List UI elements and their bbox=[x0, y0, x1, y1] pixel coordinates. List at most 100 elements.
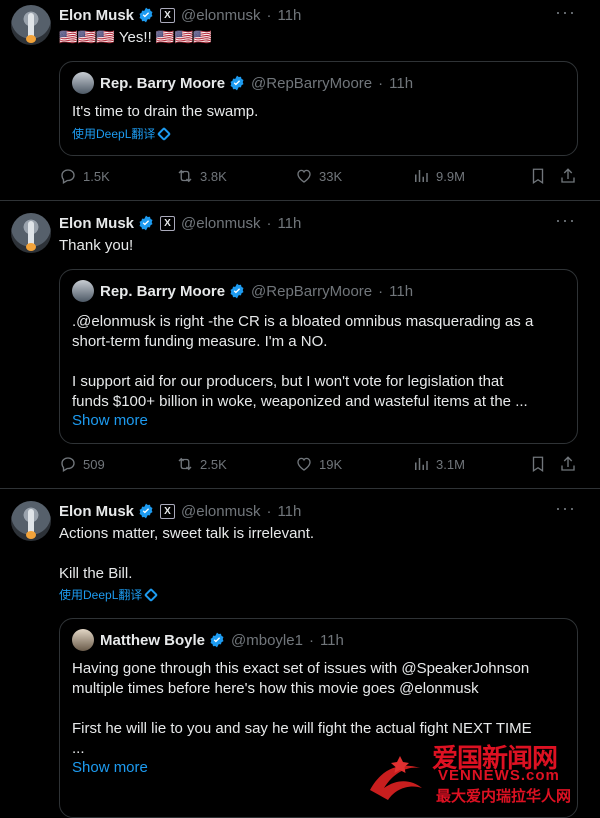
author-name[interactable]: Elon Musk bbox=[59, 503, 134, 520]
author-handle[interactable]: @elonmusk bbox=[181, 503, 260, 520]
tweet-header: Elon Musk X @elonmusk · 11h bbox=[59, 213, 301, 233]
quote-avatar bbox=[72, 629, 94, 651]
quote-author-handle: @RepBarryMoore bbox=[251, 74, 373, 92]
separator-dot: · bbox=[266, 502, 272, 520]
show-more-link[interactable]: Show more bbox=[72, 759, 148, 776]
verified-icon bbox=[230, 75, 244, 91]
like-button[interactable]: 33K bbox=[295, 167, 342, 185]
separator-dot: · bbox=[378, 282, 384, 300]
reply-count: 509 bbox=[83, 456, 105, 472]
more-icon[interactable]: ··· bbox=[555, 2, 576, 23]
reply-icon bbox=[61, 169, 75, 184]
tweet-text: Actions matter, sweet talk is irrelevant… bbox=[59, 525, 315, 582]
author-handle[interactable]: @elonmusk bbox=[181, 215, 260, 232]
verified-icon bbox=[230, 283, 244, 299]
quote-tweet[interactable]: Rep. Barry Moore @RepBarryMoore · 11h It… bbox=[59, 61, 578, 156]
action-bar: 1.5K 3.8K 33K 9.9M bbox=[59, 167, 589, 189]
quote-avatar bbox=[72, 280, 94, 302]
bookmark-icon bbox=[532, 168, 544, 185]
repost-icon bbox=[178, 457, 192, 471]
timestamp[interactable]: 11h bbox=[277, 215, 301, 232]
verified-icon bbox=[139, 7, 153, 23]
quote-text: .@elonmusk is right -the CR is a bloated… bbox=[72, 313, 534, 410]
repost-count: 2.5K bbox=[200, 456, 227, 472]
bookmark-button[interactable] bbox=[529, 455, 547, 478]
quote-timestamp: 11h bbox=[319, 631, 344, 649]
quote-author-name: Rep. Barry Moore bbox=[100, 282, 226, 300]
avatar[interactable] bbox=[11, 501, 51, 541]
x-affiliate-icon: X bbox=[160, 503, 176, 519]
share-button[interactable] bbox=[559, 455, 577, 478]
avatar[interactable] bbox=[11, 5, 51, 45]
deepl-icon bbox=[144, 587, 159, 602]
views-count: 9.9M bbox=[436, 168, 465, 184]
separator-dot: · bbox=[266, 6, 272, 24]
watermark-url: VENNEWS.com bbox=[438, 767, 560, 784]
translate-label: 使用DeepL翻译 bbox=[72, 127, 156, 141]
reply-button[interactable]: 509 bbox=[59, 455, 105, 473]
reply-button[interactable]: 1.5K bbox=[59, 167, 110, 185]
heart-icon bbox=[297, 457, 311, 471]
tweet-header: Elon Musk X @elonmusk · 11h bbox=[59, 501, 301, 521]
quote-header: Matthew Boyle @mboyle1 · 11h bbox=[72, 629, 344, 651]
share-button[interactable] bbox=[559, 167, 577, 190]
translate-link[interactable]: 使用DeepL翻译 bbox=[59, 586, 159, 603]
quote-tweet[interactable]: Rep. Barry Moore @RepBarryMoore · 11h .@… bbox=[59, 269, 578, 444]
quote-author-name: Rep. Barry Moore bbox=[100, 74, 226, 92]
quote-author-handle: @mboyle1 bbox=[231, 631, 303, 649]
like-count: 19K bbox=[319, 456, 343, 472]
reply-icon bbox=[61, 457, 75, 472]
translate-link[interactable]: 使用DeepL翻译 bbox=[72, 125, 172, 142]
verified-icon bbox=[139, 503, 153, 519]
avatar[interactable] bbox=[11, 213, 51, 253]
views-button[interactable]: 3.1M bbox=[412, 455, 465, 473]
repost-count: 3.8K bbox=[200, 168, 227, 184]
quote-author-name: Matthew Boyle bbox=[100, 631, 206, 649]
tweet-text: 🇺🇸🇺🇸🇺🇸 Yes!! 🇺🇸🇺🇸🇺🇸 bbox=[59, 29, 212, 46]
tweet-2[interactable]: Elon Musk X @elonmusk · 11h ··· Thank yo… bbox=[0, 201, 600, 488]
watermark-subtitle: 最大爱内瑞拉华人网 bbox=[436, 788, 572, 805]
bookmark-icon bbox=[532, 456, 544, 473]
quote-timestamp: 11h bbox=[389, 74, 414, 92]
views-count: 3.1M bbox=[436, 456, 465, 472]
verified-icon bbox=[139, 215, 153, 231]
verified-icon bbox=[210, 632, 224, 648]
views-icon bbox=[415, 458, 428, 470]
share-icon bbox=[561, 456, 575, 471]
heart-icon bbox=[297, 169, 311, 183]
x-affiliate-icon: X bbox=[160, 215, 176, 231]
watermark: 爱国新闻网 VENNEWS.com 最大爱内瑞拉华人网 bbox=[360, 738, 600, 809]
timestamp[interactable]: 11h bbox=[277, 7, 301, 24]
quote-header: Rep. Barry Moore @RepBarryMoore · 11h bbox=[72, 280, 413, 302]
quote-author-handle: @RepBarryMoore bbox=[251, 282, 373, 300]
quote-avatar bbox=[72, 72, 94, 94]
quote-text: It's time to drain the swamp. bbox=[72, 103, 259, 120]
author-name[interactable]: Elon Musk bbox=[59, 7, 134, 24]
reply-count: 1.5K bbox=[83, 168, 110, 184]
repost-icon bbox=[178, 169, 192, 183]
more-icon[interactable]: ··· bbox=[555, 498, 576, 519]
like-button[interactable]: 19K bbox=[295, 455, 342, 473]
x-affiliate-icon: X bbox=[160, 7, 176, 23]
tweet-text: Thank you! bbox=[59, 237, 134, 254]
deepl-icon bbox=[157, 126, 172, 141]
author-handle[interactable]: @elonmusk bbox=[181, 7, 260, 24]
like-count: 33K bbox=[319, 168, 343, 184]
views-button[interactable]: 9.9M bbox=[412, 167, 465, 185]
tweet-1[interactable]: Elon Musk X @elonmusk · 11h ··· 🇺🇸🇺🇸🇺🇸 Y… bbox=[0, 0, 600, 200]
bookmark-button[interactable] bbox=[529, 167, 547, 190]
repost-button[interactable]: 3.8K bbox=[176, 167, 227, 185]
repost-button[interactable]: 2.5K bbox=[176, 455, 227, 473]
more-icon[interactable]: ··· bbox=[555, 210, 576, 231]
show-more-link[interactable]: Show more bbox=[72, 412, 148, 429]
views-icon bbox=[415, 170, 428, 182]
watermark-logo bbox=[370, 756, 422, 800]
share-icon bbox=[561, 168, 575, 183]
timestamp[interactable]: 11h bbox=[277, 503, 301, 520]
author-name[interactable]: Elon Musk bbox=[59, 215, 134, 232]
tweet-header: Elon Musk X @elonmusk · 11h bbox=[59, 5, 301, 25]
quote-timestamp: 11h bbox=[389, 282, 414, 300]
separator-dot: · bbox=[378, 74, 384, 92]
action-bar: 509 2.5K 19K 3.1M bbox=[59, 455, 589, 477]
separator-dot: · bbox=[308, 631, 314, 649]
